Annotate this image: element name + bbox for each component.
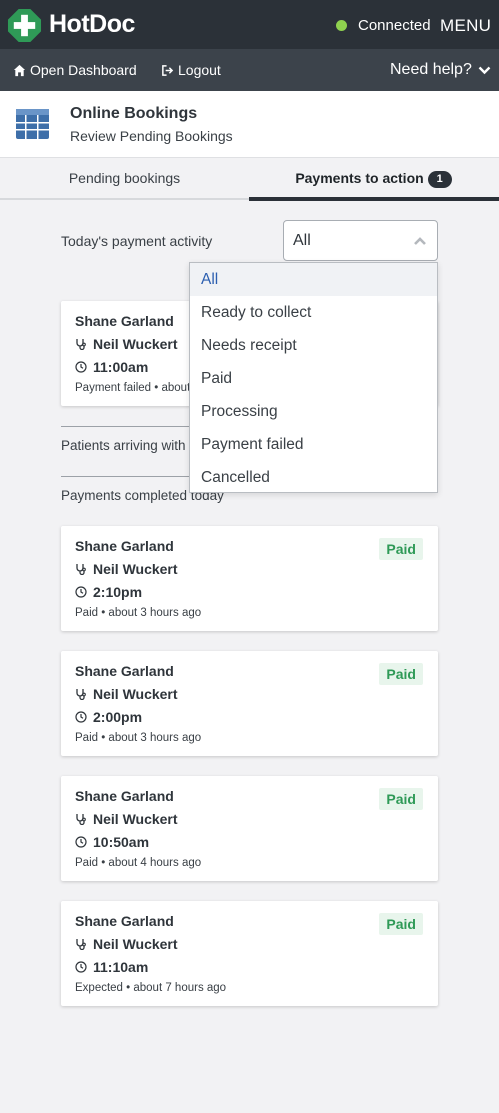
- status-badge: Paid: [379, 788, 423, 810]
- logout-label: Logout: [178, 62, 221, 78]
- dropdown-option-all[interactable]: All: [190, 263, 437, 296]
- doctor-row: Neil Wuckert: [75, 561, 178, 577]
- payment-status-text: Paid • about 4 hours ago: [75, 857, 202, 869]
- menu-button[interactable]: MENU: [440, 16, 491, 36]
- doctor-name: Neil Wuckert: [93, 561, 178, 577]
- payment-status-text: Paid • about 3 hours ago: [75, 732, 202, 744]
- section-arriving-heading: Patients arriving with: [61, 438, 186, 453]
- page-title: Online Bookings: [70, 105, 198, 122]
- status-badge: Paid: [379, 663, 423, 685]
- select-value: All: [293, 232, 311, 249]
- time-row: 2:10pm: [75, 584, 142, 600]
- logout-link[interactable]: Logout: [161, 62, 221, 78]
- dropdown-option-cancelled[interactable]: Cancelled: [190, 461, 437, 494]
- hotdoc-logo-icon: [7, 8, 42, 43]
- need-help-label: Need help?: [390, 61, 472, 78]
- need-help-toggle[interactable]: Need help?: [390, 61, 491, 79]
- doctor-name: Neil Wuckert: [93, 811, 178, 827]
- dropdown-option-processing[interactable]: Processing: [190, 395, 437, 428]
- dropdown-option-paid[interactable]: Paid: [190, 362, 437, 395]
- brand-name: HotDoc: [49, 10, 135, 38]
- tab-label: Pending bookings: [68, 170, 181, 186]
- doctor-row: Neil Wuckert: [75, 936, 178, 952]
- doctor-row: Neil Wuckert: [75, 811, 178, 827]
- tab-payments-to-action[interactable]: Payments to action 1: [249, 158, 498, 200]
- payment-activity-select[interactable]: All: [283, 220, 438, 261]
- payment-status-text: Payment failed • about: [75, 382, 191, 394]
- home-icon: [13, 64, 26, 76]
- appointment-time: 2:00pm: [93, 709, 143, 725]
- time-row: 2:00pm: [75, 709, 142, 725]
- tab-label: Payments to action: [295, 170, 424, 186]
- patient-name: Shane Garland: [75, 663, 174, 679]
- clock-icon: [75, 961, 87, 973]
- stethoscope-icon: [76, 339, 86, 350]
- stethoscope-icon: [76, 564, 86, 575]
- appointment-time: 11:00am: [93, 359, 149, 375]
- patient-name: Shane Garland: [75, 913, 174, 929]
- payment-status-text: Expected • about 7 hours ago: [75, 982, 227, 994]
- clock-icon: [75, 586, 87, 598]
- tab-bar: Pending bookings Payments to action 1: [0, 158, 499, 200]
- tab-pending-bookings[interactable]: Pending bookings: [0, 158, 249, 200]
- sub-nav: Open Dashboard Logout Need help?: [0, 49, 499, 91]
- doctor-name: Neil Wuckert: [93, 336, 178, 352]
- page-header: Online Bookings Review Pending Bookings: [0, 91, 499, 158]
- calendar-grid-icon: [16, 109, 49, 139]
- patient-name: Shane Garland: [75, 788, 174, 804]
- dropdown-option-payment-failed[interactable]: Payment failed: [190, 428, 437, 461]
- appointment-time: 10:50am: [93, 834, 150, 850]
- doctor-row: Neil Wuckert: [75, 336, 178, 352]
- clock-icon: [75, 836, 87, 848]
- chevron-up-icon: [414, 237, 426, 245]
- open-dashboard-label: Open Dashboard: [30, 62, 137, 78]
- status-badge: Paid: [379, 913, 423, 935]
- tab-count-badge: 1: [427, 171, 452, 188]
- payment-card[interactable]: Shane Garland Neil Wuckert 10:50am Paid …: [61, 776, 438, 881]
- patient-name: Shane Garland: [75, 538, 174, 554]
- dropdown-option-ready-to-collect[interactable]: Ready to collect: [190, 296, 437, 329]
- clock-icon: [75, 711, 87, 723]
- chevron-down-icon: [478, 66, 491, 74]
- doctor-row: Neil Wuckert: [75, 686, 178, 702]
- payment-activity-dropdown: All Ready to collect Needs receipt Paid …: [189, 262, 438, 493]
- dropdown-option-needs-receipt[interactable]: Needs receipt: [190, 329, 437, 362]
- page-subtitle: Review Pending Bookings: [70, 128, 233, 144]
- appointment-time: 2:10pm: [93, 584, 143, 600]
- payment-card[interactable]: Shane Garland Neil Wuckert 2:10pm Paid •…: [61, 526, 438, 631]
- stethoscope-icon: [76, 689, 86, 700]
- time-row: 11:00am: [75, 359, 148, 375]
- payment-card[interactable]: Shane Garland Neil Wuckert 2:00pm Paid •…: [61, 651, 438, 756]
- patient-name: Shane Garland: [75, 313, 174, 329]
- connection-status-dot: [336, 20, 347, 31]
- doctor-name: Neil Wuckert: [93, 936, 178, 952]
- open-dashboard-link[interactable]: Open Dashboard: [13, 62, 137, 78]
- active-tab-indicator: [249, 197, 499, 201]
- time-row: 11:10am: [75, 959, 148, 975]
- payment-status-text: Paid • about 3 hours ago: [75, 607, 202, 619]
- clock-icon: [75, 361, 87, 373]
- filter-label: Today's payment activity: [61, 233, 213, 249]
- logout-icon: [162, 64, 174, 76]
- connection-status: Connected: [358, 17, 431, 34]
- top-bar: HotDoc Connected MENU: [0, 0, 499, 49]
- status-badge: Paid: [379, 538, 423, 560]
- stethoscope-icon: [76, 814, 86, 825]
- appointment-time: 11:10am: [93, 959, 149, 975]
- payment-card[interactable]: Shane Garland Neil Wuckert 11:10am Expec…: [61, 901, 438, 1006]
- time-row: 10:50am: [75, 834, 149, 850]
- doctor-name: Neil Wuckert: [93, 686, 178, 702]
- stethoscope-icon: [76, 939, 86, 950]
